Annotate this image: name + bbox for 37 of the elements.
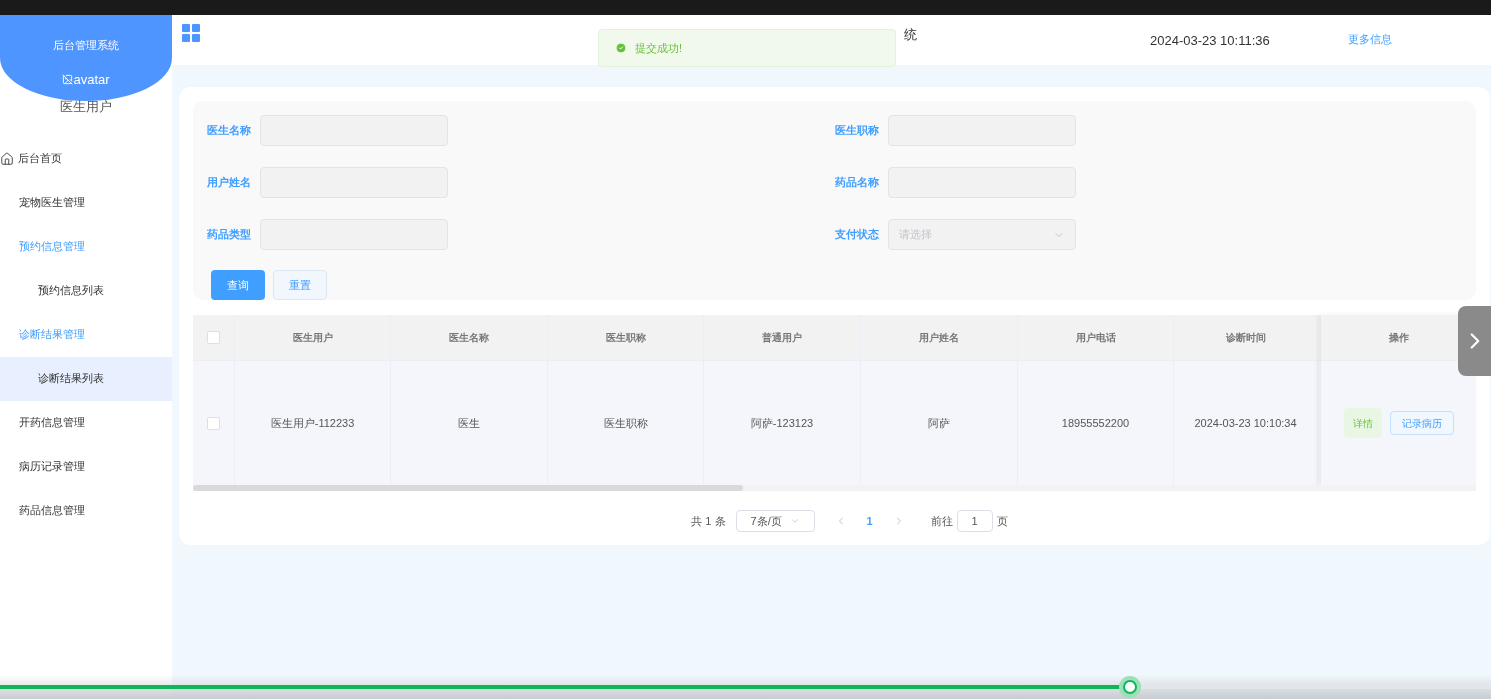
page-size-select[interactable]: 7条/页 xyxy=(735,510,815,532)
column-header: 诊断时间 xyxy=(1174,315,1318,360)
check-icon xyxy=(615,42,627,54)
next-slide-button[interactable] xyxy=(1458,306,1491,376)
column-header: 用户姓名 xyxy=(861,315,1018,360)
page-unit-label: 页 xyxy=(996,513,1008,529)
user-name: 医生用户 xyxy=(59,98,113,116)
column-header: 用户电话 xyxy=(1018,315,1174,360)
menu-item[interactable]: 药品信息管理 xyxy=(0,488,172,533)
scrollbar-thumb[interactable] xyxy=(193,485,743,491)
system-title: 统 xyxy=(904,26,917,44)
checkbox[interactable] xyxy=(207,416,220,430)
menu-item[interactable]: 宠物医生管理 xyxy=(0,180,172,225)
date-time: 2024-03-23 10:11:36 xyxy=(1150,32,1270,50)
app-title: 后台管理系统 xyxy=(53,38,119,53)
menu-item[interactable]: 后台首页 xyxy=(0,136,172,181)
grid-icon[interactable] xyxy=(182,24,200,42)
checkbox[interactable] xyxy=(207,331,220,344)
video-progress-track[interactable] xyxy=(0,676,1491,698)
column-header: 医生用户 xyxy=(235,315,391,360)
page-input[interactable]: 1 xyxy=(956,510,993,532)
goto-label: 前往 xyxy=(930,513,953,529)
menu-item[interactable]: 预约信息列表 xyxy=(0,268,172,313)
menu-item[interactable]: 开药信息管理 xyxy=(0,400,172,445)
menu-item[interactable]: 诊断结果列表 xyxy=(0,356,172,401)
column-header: 医生职称 xyxy=(548,315,704,360)
progress-thumb[interactable] xyxy=(1119,676,1142,698)
total-count: 共 1 条 xyxy=(691,513,726,529)
column-header: 普通用户 xyxy=(704,315,861,360)
broken-image-icon xyxy=(62,73,74,85)
home-icon xyxy=(0,151,14,166)
filter-label: 用户姓名 xyxy=(207,175,248,191)
column-header: 医生名称 xyxy=(391,315,548,360)
avatar-alt-text: avatar xyxy=(62,69,110,89)
menu-item[interactable]: 病历记录管理 xyxy=(0,444,172,489)
toast-message: 提交成功! xyxy=(635,40,683,56)
chevron-down-icon xyxy=(789,516,800,526)
